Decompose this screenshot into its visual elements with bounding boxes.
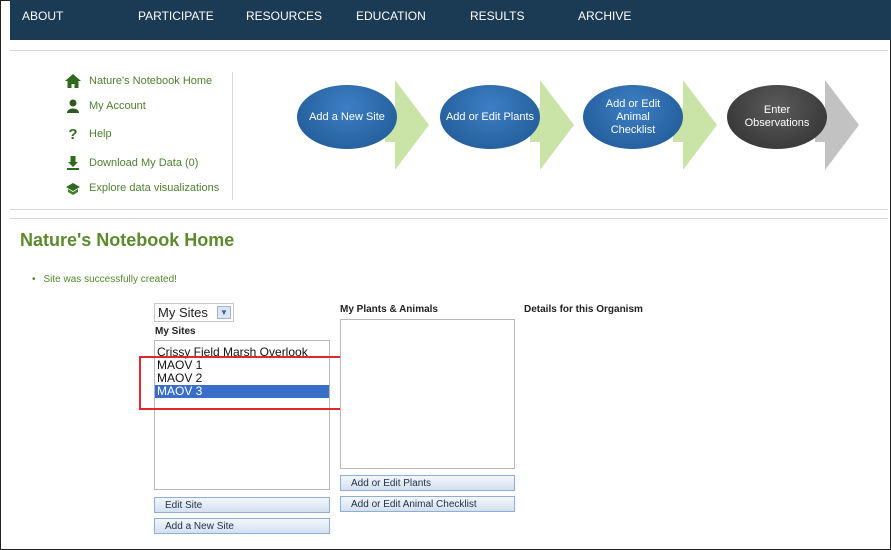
nav-about[interactable]: ABOUT	[22, 9, 63, 23]
user-icon	[65, 99, 81, 113]
help-icon: ?	[68, 125, 78, 143]
quicklinks-divider	[232, 72, 233, 200]
step-edit-plants[interactable]: Add or Edit Plants	[440, 85, 540, 149]
sites-dropdown[interactable]: My Sites ▼	[154, 303, 234, 322]
plants-animals-label: My Plants & Animals	[340, 304, 438, 315]
sites-label: My Sites	[155, 326, 196, 337]
success-bullet: •	[32, 274, 36, 285]
add-site-button[interactable]: Add a New Site	[154, 518, 330, 534]
step-1-arrow	[395, 80, 429, 170]
quicklink-visualizations[interactable]: Explore data visualizations	[65, 179, 219, 197]
edit-animals-button[interactable]: Add or Edit Animal Checklist	[340, 496, 515, 512]
nav-participate[interactable]: PARTICIPATE	[138, 9, 214, 23]
plants-animals-listbox[interactable]	[340, 319, 515, 469]
step-edit-animals-label: Add or Edit Animal Checklist	[605, 97, 661, 136]
step-enter-observations-label: Enter Observations	[744, 104, 810, 129]
download-icon	[65, 156, 81, 170]
step-add-site-label: Add a New Site	[309, 110, 385, 123]
quicklink-download-label: Download My Data (0)	[89, 157, 199, 169]
nav-education[interactable]: EDUCATION	[356, 9, 426, 23]
quicklink-help[interactable]: ? Help	[65, 125, 112, 143]
chart-icon	[65, 181, 81, 195]
success-message: • Site was successfully created!	[32, 274, 177, 285]
site-option-selected[interactable]: MAOV 3	[155, 385, 329, 398]
step-enter-observations[interactable]: Enter Observations	[727, 85, 827, 149]
sites-listbox[interactable]: Crissy Field Marsh Overlook MAOV 1 MAOV …	[154, 340, 330, 490]
nav-results[interactable]: RESULTS	[470, 9, 524, 23]
details-label: Details for this Organism	[524, 304, 643, 315]
workflow-steps: Add a New Site Add or Edit Plants Add or…	[295, 80, 875, 170]
quicklink-account[interactable]: My Account	[65, 97, 146, 115]
quicklink-visualizations-label: Explore data visualizations	[89, 182, 220, 194]
step-3-arrow	[683, 80, 717, 170]
step-2-arrow	[540, 80, 574, 170]
step-edit-animals[interactable]: Add or Edit Animal Checklist	[583, 85, 683, 149]
home-icon	[65, 74, 81, 88]
quicklink-help-label: Help	[89, 128, 112, 140]
quicklink-home[interactable]: Nature's Notebook Home	[65, 72, 212, 90]
step-4-arrow	[825, 80, 859, 170]
quicklink-home-label: Nature's Notebook Home	[89, 75, 213, 87]
sites-dropdown-value: My Sites	[158, 305, 208, 320]
nav-resources[interactable]: RESOURCES	[246, 9, 322, 23]
nav-archive[interactable]: ARCHIVE	[578, 9, 631, 23]
step-add-site[interactable]: Add a New Site	[297, 85, 397, 149]
top-nav: ABOUT PARTICIPATE RESOURCES EDUCATION RE…	[10, 0, 891, 40]
chevron-down-icon[interactable]: ▼	[217, 306, 231, 319]
step-edit-plants-label: Add or Edit Plants	[445, 110, 535, 123]
page-title: Nature's Notebook Home	[20, 230, 235, 250]
success-message-text: Site was successfully created!	[43, 274, 177, 285]
quicklink-account-label: My Account	[89, 100, 146, 112]
edit-plants-button[interactable]: Add or Edit Plants	[340, 475, 515, 491]
edit-site-button[interactable]: Edit Site	[154, 497, 330, 513]
quicklink-download[interactable]: Download My Data (0)	[65, 154, 198, 172]
